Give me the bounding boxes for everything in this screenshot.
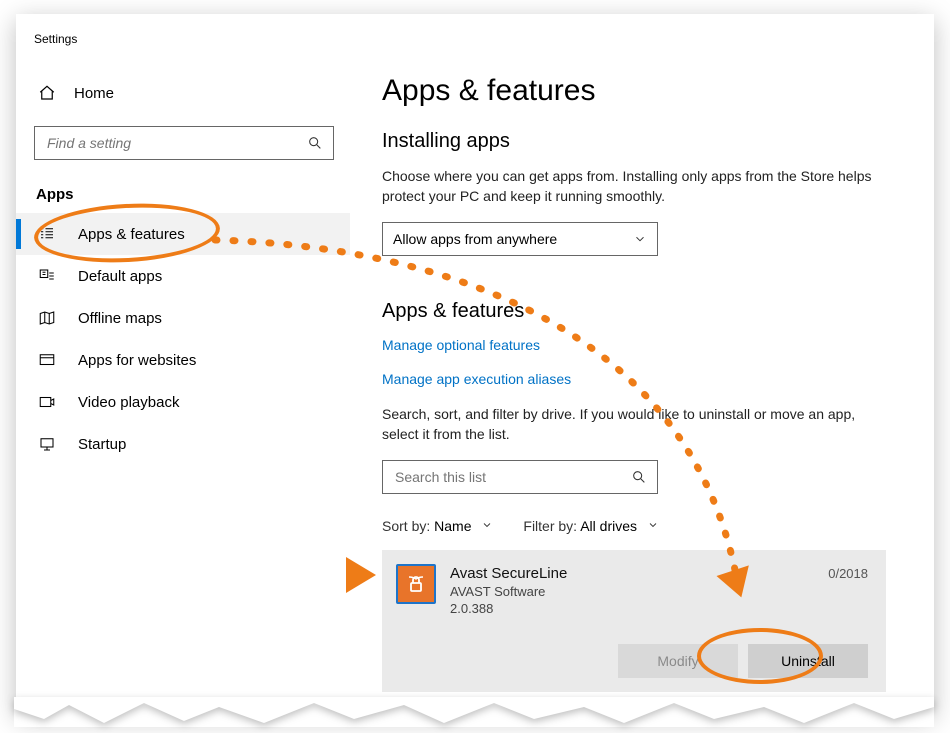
offline-maps-icon [38, 309, 56, 327]
find-setting-wrap [34, 126, 332, 160]
home-icon [38, 84, 56, 102]
sidebar-item-default-apps[interactable]: Default apps [16, 255, 350, 297]
sort-control[interactable]: Sort by: Name [382, 518, 493, 534]
sidebar-item-startup[interactable]: Startup [16, 423, 350, 465]
installing-apps-heading: Installing apps [382, 130, 880, 153]
apps-features-icon [38, 225, 56, 243]
page-title: Apps & features [382, 74, 880, 108]
app-version: 2.0.388 [450, 601, 814, 618]
chevron-down-icon [633, 232, 647, 246]
apps-list-heading: Apps & features [382, 300, 880, 323]
home-label: Home [74, 85, 114, 102]
find-setting-input[interactable] [34, 126, 334, 160]
install-source-value: Allow apps from anywhere [393, 231, 557, 247]
sort-filter-row: Sort by: Name Filter by: All drives [382, 518, 880, 534]
sidebar-item-video-playback[interactable]: Video playback [16, 381, 350, 423]
default-apps-icon [38, 267, 56, 285]
app-publisher: AVAST Software [450, 584, 814, 601]
search-icon [307, 135, 323, 151]
apps-websites-icon [38, 351, 56, 369]
app-icon-avast [396, 564, 436, 604]
chevron-down-icon [481, 519, 493, 531]
sidebar-item-apps-features[interactable]: Apps & features [16, 213, 350, 255]
app-meta: Avast SecureLine AVAST Software 2.0.388 [450, 564, 814, 617]
app-install-date: 0/2018 [828, 564, 868, 581]
search-apps-field[interactable] [393, 468, 631, 486]
window-title: Settings [16, 32, 350, 46]
filter-label: Filter by: [523, 518, 577, 534]
apps-list-body: Search, sort, and filter by drive. If yo… [382, 405, 880, 444]
sidebar-item-label: Apps for websites [78, 352, 196, 369]
app-name: Avast SecureLine [450, 564, 814, 584]
sort-value: Name [434, 518, 471, 534]
sidebar-item-apps-websites[interactable]: Apps for websites [16, 339, 350, 381]
sidebar-item-label: Video playback [78, 394, 179, 411]
sidebar-item-label: Apps & features [78, 226, 185, 243]
install-source-dropdown[interactable]: Allow apps from anywhere [382, 222, 658, 256]
sidebar-item-offline-maps[interactable]: Offline maps [16, 297, 350, 339]
uninstall-button[interactable]: Uninstall [748, 644, 868, 678]
modify-button[interactable]: Modify [618, 644, 738, 678]
home-nav[interactable]: Home [16, 46, 350, 126]
startup-icon [38, 435, 56, 453]
app-list-item[interactable]: Avast SecureLine AVAST Software 2.0.388 … [382, 550, 886, 691]
main-panel: Apps & features Installing apps Choose w… [350, 14, 934, 714]
video-playback-icon [38, 393, 56, 411]
search-icon [631, 469, 647, 485]
torn-edge-decoration [14, 697, 934, 727]
sort-label: Sort by: [382, 518, 430, 534]
sidebar-item-label: Startup [78, 436, 126, 453]
settings-window: Settings Home Apps Apps & features [16, 14, 934, 714]
sidebar-item-label: Offline maps [78, 310, 162, 327]
sidebar: Settings Home Apps Apps & features [16, 14, 350, 714]
filter-control[interactable]: Filter by: All drives [523, 518, 659, 534]
app-actions: Modify Uninstall [396, 644, 868, 678]
find-setting-field[interactable] [45, 134, 307, 152]
filter-value: All drives [580, 518, 637, 534]
link-optional-features[interactable]: Manage optional features [382, 337, 880, 353]
installing-apps-body: Choose where you can get apps from. Inst… [382, 167, 880, 206]
sidebar-item-label: Default apps [78, 268, 162, 285]
sidebar-section-label: Apps [16, 160, 350, 213]
chevron-down-icon [647, 519, 659, 531]
search-apps-input[interactable] [382, 460, 658, 494]
app-header: Avast SecureLine AVAST Software 2.0.388 … [396, 564, 868, 617]
link-execution-aliases[interactable]: Manage app execution aliases [382, 371, 880, 387]
